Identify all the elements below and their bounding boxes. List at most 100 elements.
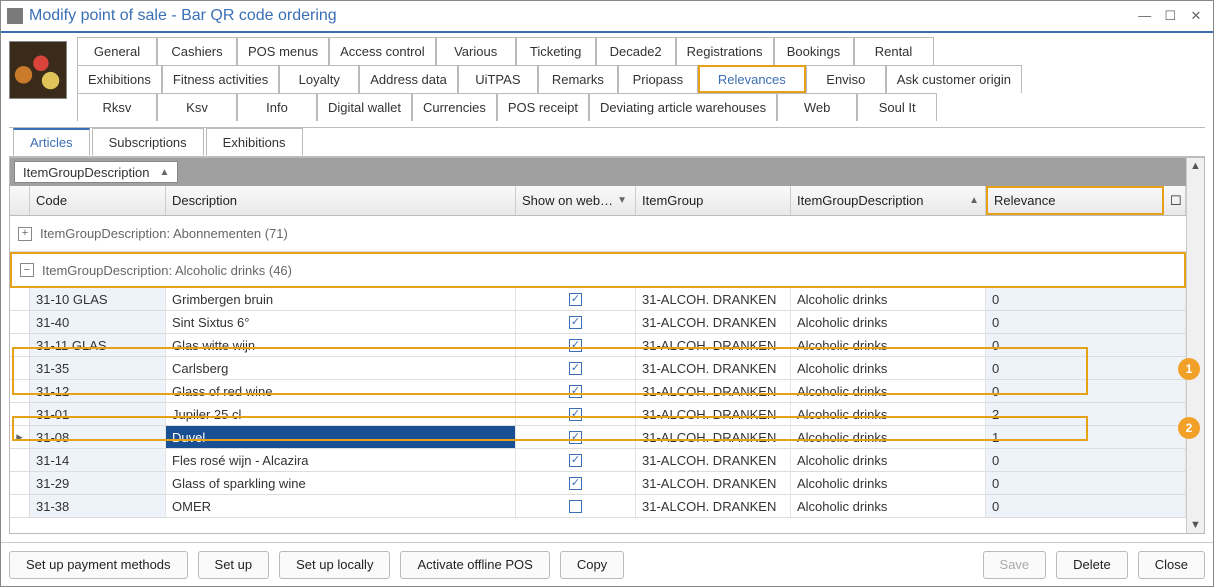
checkbox-icon[interactable]: ✓	[569, 385, 582, 398]
cell-show-on-web[interactable]: ✓	[516, 426, 636, 448]
tab-address-data[interactable]: Address data	[359, 65, 458, 93]
table-row[interactable]: 31-29Glass of sparkling wine✓31-ALCOH. D…	[10, 472, 1186, 495]
cell-itemgroup: 31-ALCOH. DRANKEN	[636, 288, 791, 310]
minimize-button[interactable]: —	[1134, 8, 1156, 23]
checkbox-icon[interactable]: ✓	[569, 408, 582, 421]
maximize-button[interactable]: ☐	[1159, 8, 1181, 24]
delete-button[interactable]: Delete	[1056, 551, 1128, 579]
subtab-subscriptions[interactable]: Subscriptions	[92, 128, 204, 156]
group-row[interactable]: +ItemGroupDescription: Abonnementen (71)	[10, 216, 1186, 252]
cell-relevance: 0	[986, 357, 1186, 379]
cell-itemgroup: 31-ALCOH. DRANKEN	[636, 311, 791, 333]
group-row[interactable]: −ItemGroupDescription: Alcoholic drinks …	[10, 252, 1186, 288]
expand-icon[interactable]: +	[18, 227, 32, 241]
tab-various[interactable]: Various	[436, 37, 516, 65]
scroll-up-icon[interactable]: ▲	[1190, 158, 1201, 174]
cell-itemgroupdescription: Alcoholic drinks	[791, 311, 986, 333]
col-code[interactable]: Code	[30, 186, 166, 215]
tab-ksv[interactable]: Ksv	[157, 93, 237, 121]
cell-show-on-web[interactable]: ✓	[516, 357, 636, 379]
cell-show-on-web[interactable]: ✓	[516, 334, 636, 356]
cell-itemgroup: 31-ALCOH. DRANKEN	[636, 380, 791, 402]
copy-button[interactable]: Copy	[560, 551, 624, 579]
cell-code: 31-14	[30, 449, 166, 471]
subtab-exhibitions[interactable]: Exhibitions	[206, 128, 303, 156]
close-button[interactable]: Close	[1138, 551, 1205, 579]
group-panel[interactable]: ItemGroupDescription ▲	[10, 158, 1186, 186]
checkbox-icon[interactable]	[569, 500, 582, 513]
tab-exhibitions[interactable]: Exhibitions	[77, 65, 162, 93]
tab-pos-receipt[interactable]: POS receipt	[497, 93, 589, 121]
table-row[interactable]: 31-38OMER31-ALCOH. DRANKENAlcoholic drin…	[10, 495, 1186, 518]
cell-description: Fles rosé wijn - Alcazira	[166, 449, 516, 471]
group-chip-itemgroupdescription[interactable]: ItemGroupDescription ▲	[14, 161, 178, 183]
pos-picture[interactable]	[9, 41, 67, 99]
cell-code: 31-40	[30, 311, 166, 333]
col-itemgroupdescription[interactable]: ItemGroupDescription▲	[791, 186, 986, 215]
checkbox-icon[interactable]: ✓	[569, 477, 582, 490]
row-indicator: ▸	[10, 426, 30, 448]
tab-info[interactable]: Info	[237, 93, 317, 121]
table-row[interactable]: 31-12Glass of red wine✓31-ALCOH. DRANKEN…	[10, 380, 1186, 403]
table-row[interactable]: 31-35Carlsberg✓31-ALCOH. DRANKENAlcoholi…	[10, 357, 1186, 380]
cell-itemgroupdescription: Alcoholic drinks	[791, 288, 986, 310]
setup-button[interactable]: Set up	[198, 551, 270, 579]
checkbox-icon[interactable]: ✓	[569, 431, 582, 444]
tab-rksv[interactable]: Rksv	[77, 93, 157, 121]
cell-show-on-web[interactable]: ✓	[516, 403, 636, 425]
tab-decade2[interactable]: Decade2	[596, 37, 676, 65]
setup-locally-button[interactable]: Set up locally	[279, 551, 390, 579]
table-row[interactable]: 31-14Fles rosé wijn - Alcazira✓31-ALCOH.…	[10, 449, 1186, 472]
col-relevance[interactable]: Relevance	[986, 186, 1164, 215]
tab-soul-it[interactable]: Soul It	[857, 93, 937, 121]
col-itemgroup[interactable]: ItemGroup	[636, 186, 791, 215]
tab-uitpas[interactable]: UiTPAS	[458, 65, 538, 93]
checkbox-icon[interactable]: ✓	[569, 362, 582, 375]
cell-code: 31-10 GLAS	[30, 288, 166, 310]
tab-fitness-activities[interactable]: Fitness activities	[162, 65, 279, 93]
tab-ask-customer-origin[interactable]: Ask customer origin	[886, 65, 1022, 93]
scroll-down-icon[interactable]: ▼	[1190, 517, 1201, 533]
tab-web[interactable]: Web	[777, 93, 857, 121]
tab-pos-menus[interactable]: POS menus	[237, 37, 329, 65]
cell-show-on-web[interactable]: ✓	[516, 311, 636, 333]
cell-show-on-web[interactable]	[516, 495, 636, 517]
cell-show-on-web[interactable]: ✓	[516, 472, 636, 494]
tab-currencies[interactable]: Currencies	[412, 93, 497, 121]
tab-registrations[interactable]: Registrations	[676, 37, 774, 65]
close-window-button[interactable]: ✕	[1185, 8, 1207, 24]
cell-show-on-web[interactable]: ✓	[516, 288, 636, 310]
tab-access-control[interactable]: Access control	[329, 37, 436, 65]
tab-loyalty[interactable]: Loyalty	[279, 65, 359, 93]
vertical-scrollbar[interactable]: ▲ ▼	[1186, 158, 1204, 533]
tab-enviso[interactable]: Enviso	[806, 65, 886, 93]
tab-cashiers[interactable]: Cashiers	[157, 37, 237, 65]
setup-payment-methods-button[interactable]: Set up payment methods	[9, 551, 188, 579]
col-show-on-web[interactable]: Show on web…▼	[516, 186, 636, 215]
tab-bookings[interactable]: Bookings	[774, 37, 854, 65]
tab-rental[interactable]: Rental	[854, 37, 934, 65]
table-row[interactable]: 31-01Jupiler 25 cl✓31-ALCOH. DRANKENAlco…	[10, 403, 1186, 426]
col-extra[interactable]: ☐	[1164, 186, 1186, 215]
checkbox-icon[interactable]: ✓	[569, 293, 582, 306]
tab-digital-wallet[interactable]: Digital wallet	[317, 93, 412, 121]
subtab-articles[interactable]: Articles	[13, 128, 90, 156]
checkbox-icon[interactable]: ✓	[569, 454, 582, 467]
tab-relevances[interactable]: Relevances	[698, 65, 806, 93]
tab-priopass[interactable]: Priopass	[618, 65, 698, 93]
tab-deviating-article-warehouses[interactable]: Deviating article warehouses	[589, 93, 777, 121]
table-row[interactable]: 31-10 GLASGrimbergen bruin✓31-ALCOH. DRA…	[10, 288, 1186, 311]
table-row[interactable]: 31-40Sint Sixtus 6°✓31-ALCOH. DRANKENAlc…	[10, 311, 1186, 334]
col-description[interactable]: Description	[166, 186, 516, 215]
cell-show-on-web[interactable]: ✓	[516, 380, 636, 402]
checkbox-icon[interactable]: ✓	[569, 316, 582, 329]
table-row[interactable]: ▸31-08Duvel✓31-ALCOH. DRANKENAlcoholic d…	[10, 426, 1186, 449]
tab-ticketing[interactable]: Ticketing	[516, 37, 596, 65]
collapse-icon[interactable]: −	[20, 263, 34, 277]
table-row[interactable]: 31-11 GLASGlas witte wijn✓31-ALCOH. DRAN…	[10, 334, 1186, 357]
activate-offline-pos-button[interactable]: Activate offline POS	[400, 551, 549, 579]
tab-general[interactable]: General	[77, 37, 157, 65]
tab-remarks[interactable]: Remarks	[538, 65, 618, 93]
cell-show-on-web[interactable]: ✓	[516, 449, 636, 471]
checkbox-icon[interactable]: ✓	[569, 339, 582, 352]
